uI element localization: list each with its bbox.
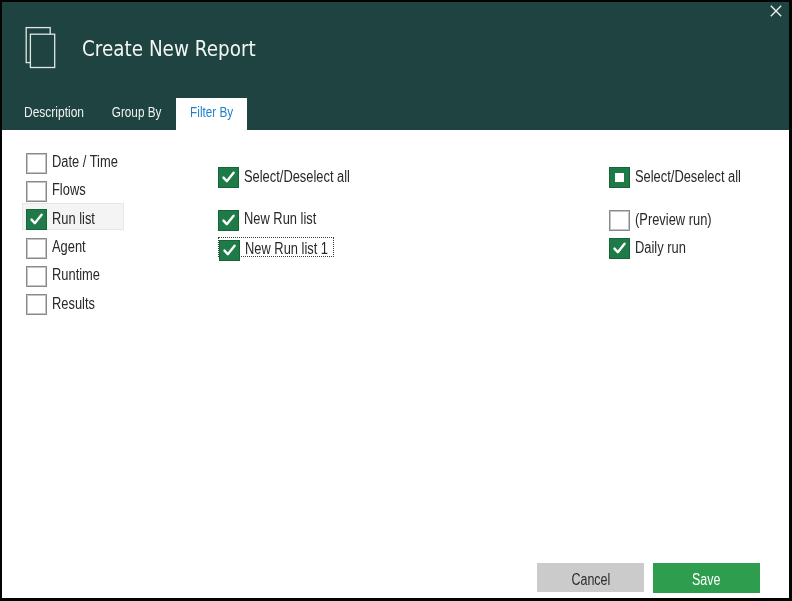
run-list-item-row[interactable]: New Run list: [218, 210, 334, 231]
checkbox-new-run-list-1[interactable]: [219, 240, 240, 261]
daily-select-all-row[interactable]: Select/Deselect all: [609, 167, 767, 188]
tab-filter-by[interactable]: Filter By: [176, 98, 248, 130]
checkbox-daily-select-all[interactable]: [609, 167, 630, 188]
field-row-results[interactable]: Results: [26, 294, 105, 315]
run-list-select-all-row[interactable]: Select/Deselect all: [218, 167, 376, 188]
cancel-button[interactable]: Cancel: [537, 563, 644, 592]
checkbox-daily-run[interactable]: [609, 238, 630, 259]
dialog-title: Create New Report: [82, 36, 256, 62]
checkbox-run-list-select-all[interactable]: [218, 167, 239, 188]
tab-group-by[interactable]: Group By: [98, 98, 175, 130]
report-pages-icon: [25, 26, 57, 70]
field-row-agent[interactable]: Agent: [26, 238, 94, 259]
create-new-report-dialog: Create New Report Description Group By F…: [0, 0, 792, 601]
checkbox-preview-run[interactable]: [609, 210, 630, 231]
checkbox-new-run-list[interactable]: [218, 210, 239, 231]
checkbox-run-list[interactable]: [26, 209, 47, 230]
checkbox-date-time[interactable]: [26, 153, 47, 174]
checkbox-results[interactable]: [26, 294, 47, 315]
close-icon[interactable]: [769, 4, 783, 18]
preview-run-row[interactable]: (Preview run): [609, 210, 730, 231]
field-row-date-time[interactable]: Date / Time: [26, 153, 134, 174]
checkbox-agent[interactable]: [26, 238, 47, 259]
save-button[interactable]: Save: [653, 563, 760, 593]
run-list-item-row-focused[interactable]: New Run list 1: [219, 240, 348, 261]
field-row-runtime[interactable]: Runtime: [26, 266, 112, 287]
dialog-header: Create New Report Description Group By F…: [0, 0, 792, 130]
checkbox-runtime[interactable]: [26, 266, 47, 287]
tab-description[interactable]: Description: [10, 98, 98, 130]
field-row-run-list[interactable]: Run list: [26, 209, 105, 230]
checkbox-flows[interactable]: [26, 181, 47, 202]
daily-run-row[interactable]: Daily run: [609, 238, 698, 259]
field-row-flows[interactable]: Flows: [26, 181, 94, 202]
